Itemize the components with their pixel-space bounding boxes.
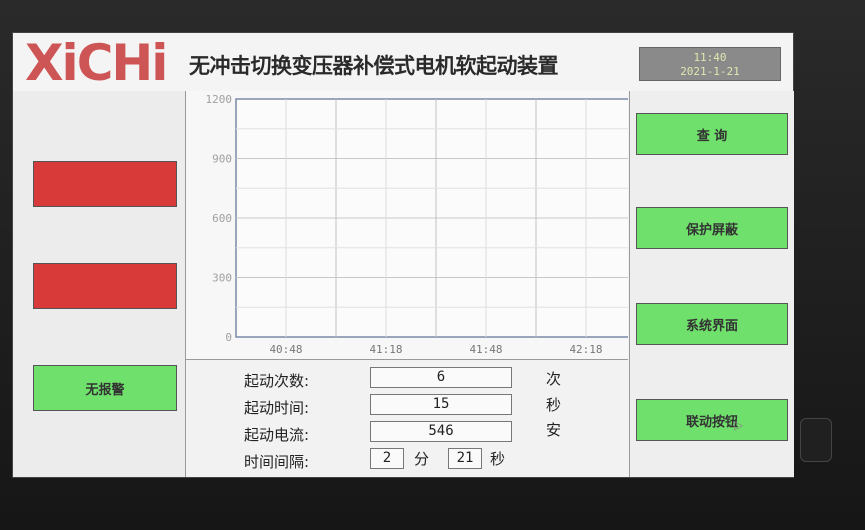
interval-label: 时间间隔:	[244, 453, 310, 471]
start-count-value: 6	[370, 367, 512, 388]
query-button-label: 查 询	[696, 128, 728, 144]
y-tick-label: 300	[212, 272, 232, 285]
linkage-button[interactable]: 联动按钮	[636, 399, 788, 441]
right-nav-panel: 查 询 保护屏蔽 系统界面 联动按钮	[629, 91, 794, 477]
interval-seconds-unit: 秒	[490, 450, 506, 468]
y-tick-label: 1200	[206, 93, 233, 106]
interval-minutes-unit: 分	[414, 450, 430, 468]
protection-mask-label: 保护屏蔽	[685, 222, 738, 238]
start-current-unit: 安	[546, 421, 562, 439]
linkage-button-label: 联动按钮	[685, 414, 738, 430]
alarm-status-button[interactable]: 无报警	[33, 365, 177, 411]
start-current-value: 546	[370, 421, 512, 442]
start-time-unit: 秒	[546, 396, 562, 414]
start-time-value: 15	[370, 394, 512, 415]
start-current-label: 起动电流:	[244, 426, 310, 444]
start-info-panel: 起动次数: 6 次 起动时间: 15 秒 起动电流: 546 安 时间间隔: 2…	[186, 360, 628, 477]
trend-chart-svg: 0 300 600 900 1200 40:48 41:18 41:48 42:18	[206, 93, 628, 356]
status-indicator-1	[33, 161, 177, 207]
x-tick-label: 41:48	[469, 343, 502, 356]
status-indicator-2	[33, 263, 177, 309]
bezel-side-tab	[800, 418, 832, 462]
start-count-unit: 次	[546, 370, 562, 388]
query-button[interactable]: 查 询	[636, 113, 788, 155]
start-time-label: 起动时间:	[244, 399, 310, 417]
y-tick-label: 900	[212, 153, 232, 166]
hmi-screen: XiCHi 无冲击切换变压器补偿式电机软起动装置 11:40 2021-1-21…	[12, 32, 794, 478]
datetime-display: 11:40 2021-1-21	[639, 47, 781, 81]
left-status-panel: 无报警	[13, 91, 186, 477]
system-screen-label: 系统界面	[685, 318, 738, 334]
page-title: 无冲击切换变压器补偿式电机软起动装置	[189, 54, 559, 78]
time-text: 11:40	[693, 51, 727, 64]
brand-logo: XiCHi	[25, 34, 168, 92]
date-text: 2021-1-21	[680, 65, 740, 78]
interval-minutes-value: 2	[370, 448, 404, 469]
system-screen-button[interactable]: 系统界面	[636, 303, 788, 345]
x-tick-label: 42:18	[569, 343, 602, 356]
protection-mask-button[interactable]: 保护屏蔽	[636, 207, 788, 249]
trend-chart: 0 300 600 900 1200 40:48 41:18 41:48 42:18	[186, 91, 628, 360]
alarm-status-label: 无报警	[85, 382, 125, 398]
pointer-cursor-icon: ▷	[734, 418, 744, 432]
x-tick-label: 40:48	[269, 343, 302, 356]
x-tick-label: 41:18	[369, 343, 402, 356]
start-count-label: 起动次数:	[244, 372, 310, 390]
y-tick-label: 600	[212, 212, 232, 225]
y-tick-label: 0	[225, 331, 232, 344]
interval-seconds-value: 21	[448, 448, 482, 469]
